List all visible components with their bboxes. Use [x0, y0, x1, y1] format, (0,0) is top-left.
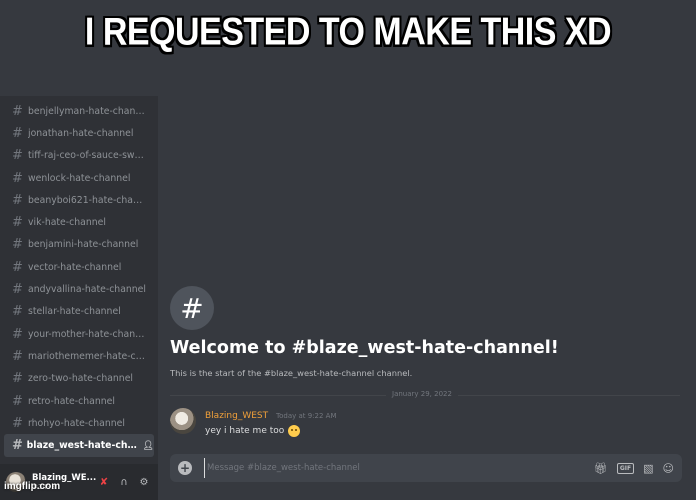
date-divider-label: January 29, 2022: [386, 390, 458, 398]
gif-icon[interactable]: GIF: [616, 462, 635, 474]
headphones-icon[interactable]: ∩: [118, 477, 130, 488]
message-body: yey i hate me too: [205, 425, 301, 437]
channel-item[interactable]: # tiff-raj-ceo-of-sauce-swa...: [0, 145, 158, 167]
channel-sidebar: # benjellyman-hate-channel # jonathan-hate…: [0, 96, 158, 500]
channel-item[interactable]: # vik-hate-channel: [0, 211, 158, 233]
message-composer: + 🎁︎ GIF ▧ ☺: [170, 454, 682, 482]
hash-icon: #: [12, 438, 23, 454]
channel-item[interactable]: # mariothememer-hate-ch...: [0, 345, 158, 367]
hash-icon: #: [12, 371, 23, 387]
channel-item[interactable]: # jonathan-hate-channel: [0, 122, 158, 144]
channel-name: vector-hate-channel: [28, 261, 122, 273]
hash-icon: #: [12, 304, 23, 320]
channel-item[interactable]: # stellar-hate-channel: [0, 301, 158, 323]
chat-message: Blazing_WEST Today at 9:22 AM yey i hate…: [170, 408, 670, 442]
channel-item[interactable]: # wenlock-hate-channel: [0, 167, 158, 189]
hash-icon: #: [12, 393, 23, 409]
channel-name: mariothememer-hate-ch...: [28, 350, 146, 362]
message-author[interactable]: Blazing_WEST: [205, 411, 268, 421]
channel-hash-icon: #: [170, 286, 214, 330]
channel-item[interactable]: # benjamini-hate-channel: [0, 234, 158, 256]
channel-name: benjamini-hate-channel: [28, 239, 139, 251]
mic-muted-icon[interactable]: ✘: [98, 477, 110, 488]
meme-caption: I REQUESTED TO MAKE THIS XD: [84, 9, 612, 54]
channel-name: zero-two-hate-channel: [28, 373, 133, 385]
channel-item[interactable]: # andyvallina-hate-channel: [0, 278, 158, 300]
channel-item[interactable]: # vector-hate-channel: [0, 256, 158, 278]
hash-icon: #: [12, 326, 23, 342]
hash-icon: #: [12, 125, 23, 141]
emoji-picker-icon[interactable]: ☺: [663, 462, 674, 475]
message-text: yey i hate me too: [205, 426, 285, 436]
channel-item-active[interactable]: # blaze_west-hate-chan... 👤︎: [4, 434, 154, 457]
gift-icon[interactable]: 🎁︎: [594, 462, 608, 475]
slight-smile-emoji-icon: [288, 425, 301, 437]
hash-icon: #: [12, 215, 23, 231]
hash-icon: #: [12, 148, 23, 164]
message-input[interactable]: [204, 458, 594, 478]
channel-name: benjellyman-hate-channel: [28, 105, 146, 117]
channel-item[interactable]: # zero-two-hate-channel: [0, 368, 158, 390]
channel-item[interactable]: # beanyboi621-hate-channel: [0, 189, 158, 211]
channel-name: your-mother-hate-channel: [28, 328, 146, 340]
channel-item[interactable]: # rhohyo-hate-channel: [0, 412, 158, 434]
channel-name: blaze_west-hate-chan...: [26, 440, 139, 452]
channel-name: vik-hate-channel: [28, 217, 106, 229]
message-timestamp: Today at 9:22 AM: [276, 412, 337, 420]
channel-name: jonathan-hate-channel: [28, 127, 134, 139]
channel-name: wenlock-hate-channel: [28, 172, 131, 184]
channel-name: rhohyo-hate-channel: [28, 417, 125, 429]
add-member-icon[interactable]: 👤︎: [143, 441, 154, 451]
channel-item[interactable]: # your-mother-hate-channel: [0, 323, 158, 345]
channel-name: stellar-hate-channel: [28, 306, 121, 318]
channel-item[interactable]: # benjellyman-hate-channel: [0, 100, 158, 122]
hash-icon: #: [12, 259, 23, 275]
composer-icons: 🎁︎ GIF ▧ ☺: [594, 462, 674, 475]
hash-icon: #: [12, 192, 23, 208]
message-avatar[interactable]: [170, 408, 196, 434]
user-panel-controls: ✘ ∩ ⚙: [98, 477, 150, 488]
hash-icon: #: [12, 170, 23, 186]
channel-name: beanyboi621-hate-channel: [28, 194, 146, 206]
hash-icon: #: [12, 282, 23, 298]
hash-icon: #: [12, 415, 23, 431]
welcome-title: Welcome to #blaze_west-hate-channel!: [170, 338, 559, 358]
welcome-subtitle: This is the start of the #blaze_west-hat…: [170, 368, 413, 378]
channel-name: tiff-raj-ceo-of-sauce-swa...: [28, 150, 146, 162]
channel-item[interactable]: # retro-hate-channel: [0, 390, 158, 412]
gear-icon[interactable]: ⚙: [138, 477, 150, 488]
chat-main: # Welcome to #blaze_west-hate-channel! T…: [158, 96, 696, 500]
hash-icon: #: [12, 237, 23, 253]
channel-name: retro-hate-channel: [28, 395, 115, 407]
add-attachment-icon[interactable]: +: [178, 461, 192, 475]
sticker-icon[interactable]: ▧: [643, 462, 653, 475]
hash-icon: #: [12, 103, 23, 119]
channel-name: andyvallina-hate-channel: [28, 284, 146, 296]
channel-list: # benjellyman-hate-channel # jonathan-hate…: [0, 100, 158, 457]
imgflip-watermark: imgflip.com: [4, 481, 61, 492]
hash-icon: #: [12, 348, 23, 364]
